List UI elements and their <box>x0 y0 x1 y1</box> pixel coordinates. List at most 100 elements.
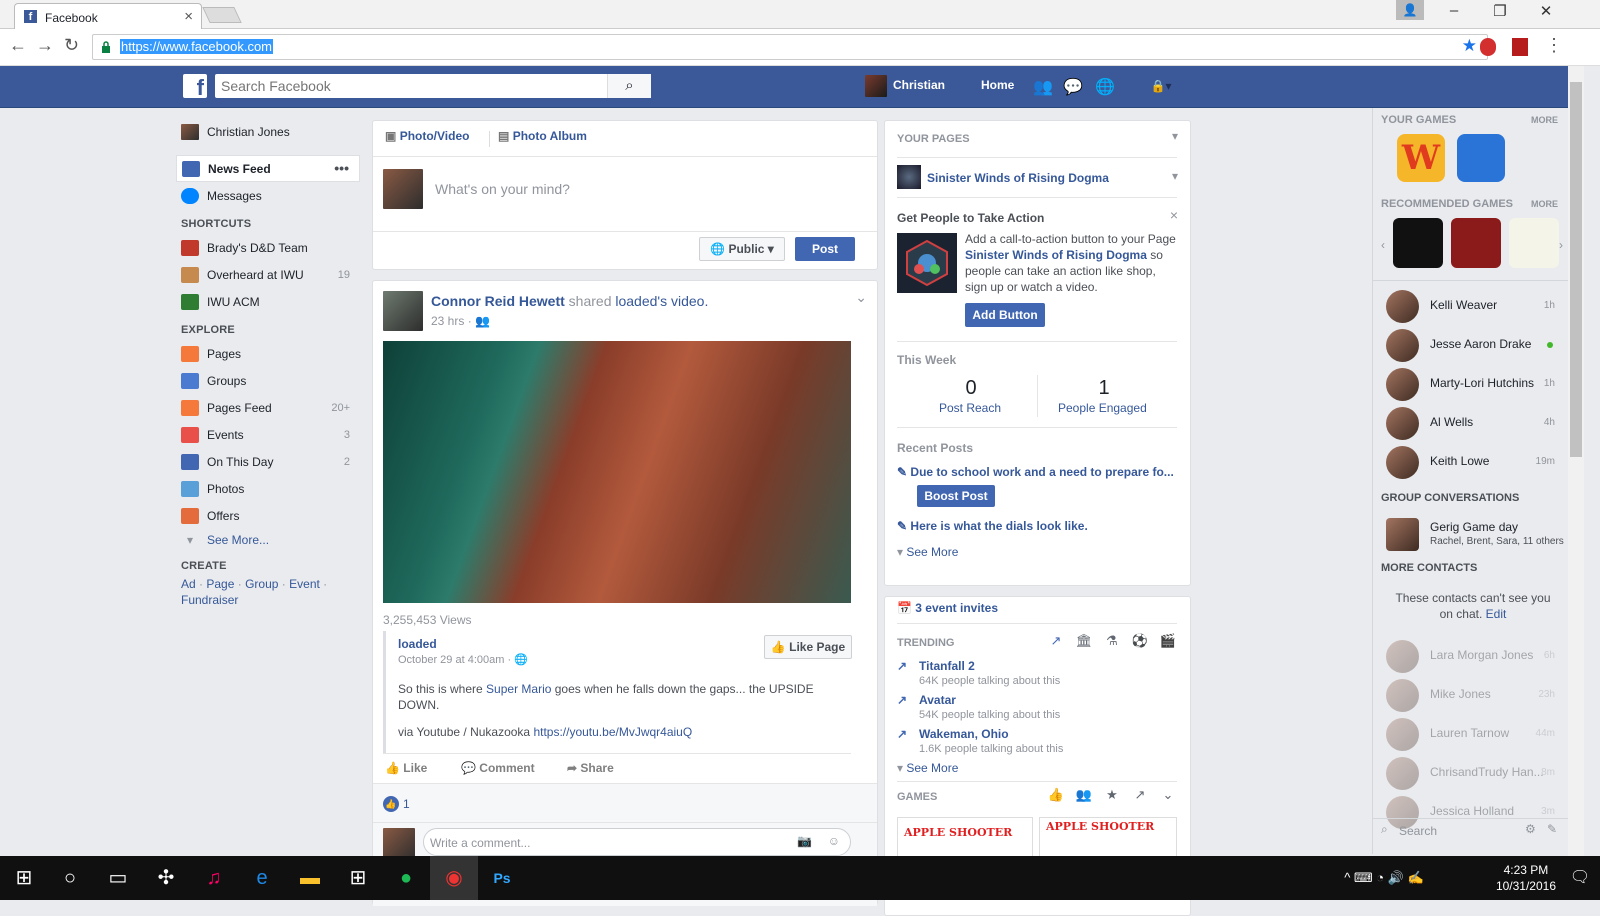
source-link[interactable]: loaded <box>615 293 657 309</box>
cortana-icon[interactable]: ○ <box>46 856 94 900</box>
pdf-extension-icon[interactable] <box>1512 38 1528 56</box>
explore-item[interactable]: Pages Feed 20+ <box>176 394 360 421</box>
action-center-icon[interactable]: 🗨 <box>1556 856 1600 900</box>
group-conversation-row[interactable]: Gerig Game day Rachel, Brent, Sara, 11 o… <box>1373 514 1569 554</box>
chat-contact-row[interactable]: Jesse Aaron Drake <box>1373 325 1569 365</box>
account-menu-icon[interactable]: 🔒▾ <box>1141 79 1181 99</box>
like-games-icon[interactable]: 👍 <box>1047 787 1065 805</box>
new-games-icon[interactable]: ★ <box>1103 787 1121 805</box>
trending-topic-link[interactable]: Titanfall 2 <box>919 659 975 673</box>
system-tray-icons[interactable]: ^ ⌨ ◔ 🔊 ✍ <box>1324 856 1444 900</box>
create-group-link[interactable]: Group <box>245 577 278 591</box>
tab-photo-album[interactable]: ▤ Photo Album <box>498 129 587 143</box>
see-more-link[interactable]: ▾ See More... <box>176 529 360 551</box>
slack-icon[interactable]: ✣ <box>142 856 190 900</box>
task-view-icon[interactable]: ▭ <box>94 856 142 900</box>
chat-contact-row[interactable]: Mike Jones 23h <box>1373 675 1569 715</box>
maximize-button[interactable]: ❐ <box>1482 2 1518 24</box>
chat-contact-row[interactable]: Lara Morgan Jones 6h <box>1373 636 1569 676</box>
page-scrollbar[interactable] <box>1568 66 1584 856</box>
explore-item[interactable]: On This Day 2 <box>176 448 360 475</box>
create-page-link[interactable]: Page <box>206 577 234 591</box>
caption-link[interactable]: Super Mario <box>486 682 551 696</box>
ruzzle-game-icon[interactable] <box>1457 134 1505 182</box>
create-ad-link[interactable]: Ad <box>181 577 196 591</box>
add-button[interactable]: Add Button <box>965 303 1045 327</box>
chat-search-input[interactable]: Search <box>1399 824 1437 838</box>
sports-icon[interactable]: ⚽ <box>1131 633 1149 651</box>
extension-icon[interactable] <box>1480 38 1496 56</box>
youtube-link[interactable]: https://youtu.be/MvJwqr4aiuQ <box>533 725 692 739</box>
comment-input[interactable]: Write a comment... 📷 ☺ <box>423 828 851 856</box>
create-fundraiser-link[interactable]: Fundraiser <box>181 593 238 607</box>
chrome-icon[interactable]: ◉ <box>430 856 478 900</box>
post-author-avatar[interactable] <box>383 291 423 331</box>
video-player[interactable] <box>383 341 851 603</box>
profile-icon[interactable]: 👤 <box>1396 0 1424 20</box>
explore-item[interactable]: Pages <box>176 340 360 367</box>
recommended-game-2[interactable] <box>1451 218 1501 268</box>
photoshop-icon[interactable]: Ps <box>478 856 526 900</box>
chevron-left-icon[interactable]: ‹ <box>1381 238 1385 252</box>
tab-photo-video[interactable]: ▣ Photo/Video <box>385 129 469 143</box>
new-message-icon[interactable]: ✎ <box>1547 822 1557 836</box>
scrollbar-thumb[interactable] <box>1570 82 1582 457</box>
chat-contact-row[interactable]: ChrisandTrudy Han... 8m <box>1373 753 1569 793</box>
friend-requests-icon[interactable]: 👥 <box>1032 77 1054 97</box>
spotify-icon[interactable]: ● <box>382 856 430 900</box>
profile-link[interactable]: Christian Jones <box>176 118 360 145</box>
explore-item[interactable]: Offers <box>176 502 360 529</box>
post-reach-label[interactable]: Post Reach <box>939 401 1001 415</box>
camera-icon[interactable]: 📷 <box>797 834 812 848</box>
recommended-more-link[interactable]: MORE <box>1531 199 1558 209</box>
game-card-2[interactable]: APPLE SHOOTER <box>1039 817 1177 857</box>
back-icon[interactable]: ← <box>9 35 27 56</box>
chrome-menu-icon[interactable]: ⋮ <box>1545 35 1563 56</box>
header-home-link[interactable]: Home <box>981 78 1014 92</box>
game-card-1[interactable]: APPLE SHOOTER <box>897 817 1033 857</box>
chevron-down-icon[interactable]: ▾ <box>1172 129 1178 143</box>
search-icon[interactable]: ⌕ <box>607 74 651 98</box>
more-options-icon[interactable]: ••• <box>334 160 349 176</box>
new-tab-button[interactable] <box>202 7 242 23</box>
recommended-game-3[interactable] <box>1509 218 1559 268</box>
create-event-link[interactable]: Event <box>289 577 320 591</box>
header-avatar[interactable] <box>865 75 887 97</box>
explore-item[interactable]: Photos <box>176 475 360 502</box>
post-time[interactable]: 23 hrs <box>431 314 464 328</box>
shortcut-item[interactable]: Brady's D&D Team <box>176 234 360 261</box>
trending-topic-link[interactable]: Avatar <box>919 693 956 707</box>
explore-item[interactable]: Events 3 <box>176 421 360 448</box>
composer-input[interactable]: What's on your mind? <box>435 181 570 197</box>
post-author-link[interactable]: Connor Reid Hewett <box>431 293 565 309</box>
settings-gear-icon[interactable]: ⚙ <box>1525 822 1536 836</box>
header-profile-link[interactable]: Christian <box>893 78 945 92</box>
store-icon[interactable]: ⊞ <box>334 856 382 900</box>
messages-icon[interactable]: 💬 <box>1062 77 1084 97</box>
close-icon[interactable]: × <box>1170 207 1178 223</box>
pages-see-more[interactable]: ▾ See More <box>897 545 958 559</box>
reload-icon[interactable]: ↻ <box>64 35 79 56</box>
friends-games-icon[interactable]: 👥 <box>1075 787 1093 805</box>
like-count[interactable]: 1 <box>403 797 410 811</box>
browser-tab[interactable]: f Facebook × <box>14 3 202 29</box>
trending-games-icon[interactable]: ↗ <box>1131 787 1149 805</box>
shared-page-date[interactable]: October 29 at 4:00am <box>398 654 504 666</box>
your-games-more-link[interactable]: MORE <box>1531 115 1558 125</box>
like-page-button[interactable]: 👍 Like Page <box>764 635 852 659</box>
sidebar-item-messages[interactable]: Messages <box>176 182 360 209</box>
url-field[interactable]: https://www.facebook.com ★ <box>92 34 1488 60</box>
trending-top-icon[interactable]: ↗ <box>1047 633 1065 651</box>
event-invites-link[interactable]: 📅 3 event invites <box>897 601 998 615</box>
emoji-icon[interactable]: ☺ <box>828 834 840 848</box>
close-tab-icon[interactable]: × <box>184 8 193 25</box>
comment-button[interactable]: 💬 Comment <box>461 761 535 775</box>
words-game-icon[interactable]: W <box>1397 134 1445 182</box>
chat-contact-row[interactable]: Kelli Weaver 1h <box>1373 286 1569 326</box>
chat-notice-edit-link[interactable]: Edit <box>1486 607 1507 621</box>
chevron-down-icon[interactable]: ⌄ <box>1159 787 1177 805</box>
share-button[interactable]: ➦ Share <box>567 761 614 775</box>
forward-icon[interactable]: → <box>36 35 54 56</box>
science-icon[interactable]: ⚗ <box>1103 633 1121 651</box>
url-text[interactable]: https://www.facebook.com <box>120 39 274 54</box>
